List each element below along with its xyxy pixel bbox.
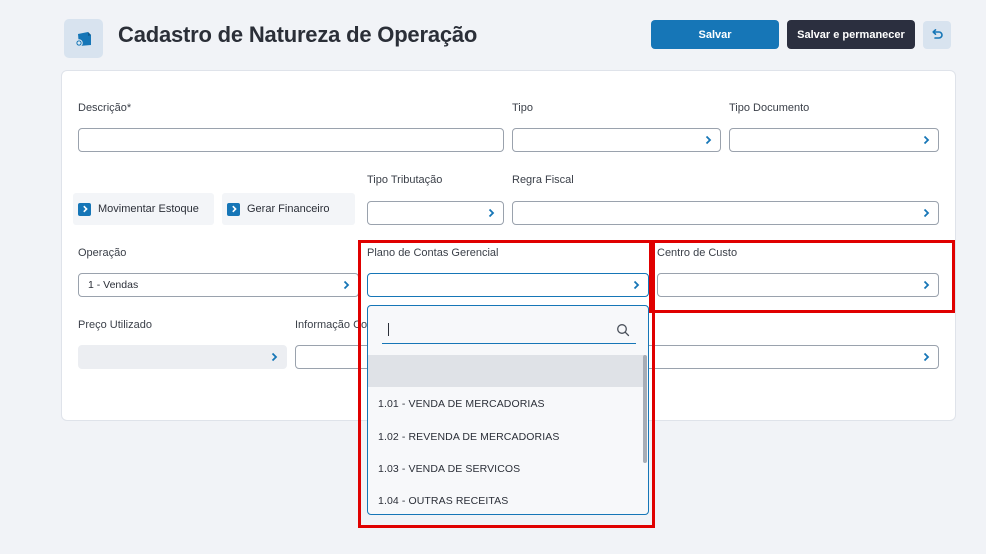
chevron-right-icon bbox=[488, 208, 495, 218]
page-title: Cadastro de Natureza de Operação bbox=[118, 22, 478, 47]
page-icon bbox=[64, 19, 103, 58]
descricao-input[interactable] bbox=[78, 128, 504, 152]
tipo-select[interactable] bbox=[512, 128, 721, 152]
checkbox-icon bbox=[227, 202, 240, 216]
undo-icon bbox=[932, 29, 943, 39]
chevron-right-icon bbox=[343, 280, 350, 290]
tipo-tributacao-label: Tipo Tributação bbox=[367, 174, 443, 186]
descricao-label: Descrição* bbox=[78, 102, 132, 114]
tipo-documento-label: Tipo Documento bbox=[729, 102, 810, 114]
regra-fiscal-label: Regra Fiscal bbox=[512, 174, 574, 186]
chevron-right-icon bbox=[705, 135, 712, 145]
highlight-box-centro-custo bbox=[649, 240, 955, 313]
gerar-financeiro-label: Gerar Financeiro bbox=[247, 203, 330, 215]
chevron-right-icon bbox=[923, 352, 930, 362]
tipo-documento-select[interactable] bbox=[729, 128, 939, 152]
highlight-box-plano-contas bbox=[358, 240, 655, 528]
regra-fiscal-select[interactable] bbox=[512, 201, 939, 225]
gerar-financeiro-toggle[interactable]: Gerar Financeiro bbox=[222, 193, 355, 225]
movimentar-estoque-toggle[interactable]: Movimentar Estoque bbox=[73, 193, 214, 225]
operacao-value: 1 - Vendas bbox=[88, 279, 139, 291]
save-button[interactable]: Salvar bbox=[651, 20, 779, 49]
checkbox-icon bbox=[78, 202, 91, 216]
operacao-select[interactable]: 1 - Vendas bbox=[78, 273, 359, 297]
tipo-tributacao-select[interactable] bbox=[367, 201, 504, 225]
chevron-right-icon bbox=[923, 135, 930, 145]
back-button[interactable] bbox=[923, 21, 951, 49]
chevron-right-icon bbox=[271, 352, 278, 362]
movimentar-estoque-label: Movimentar Estoque bbox=[98, 203, 199, 215]
save-and-stay-button[interactable]: Salvar e permanecer bbox=[787, 20, 915, 49]
preco-utilizado-select[interactable] bbox=[78, 345, 287, 369]
informacao-label: Informação Co bbox=[295, 319, 368, 331]
tipo-label: Tipo bbox=[512, 102, 533, 114]
operacao-label: Operação bbox=[78, 247, 127, 259]
chevron-right-icon bbox=[923, 208, 930, 218]
preco-utilizado-label: Preço Utilizado bbox=[78, 319, 152, 331]
